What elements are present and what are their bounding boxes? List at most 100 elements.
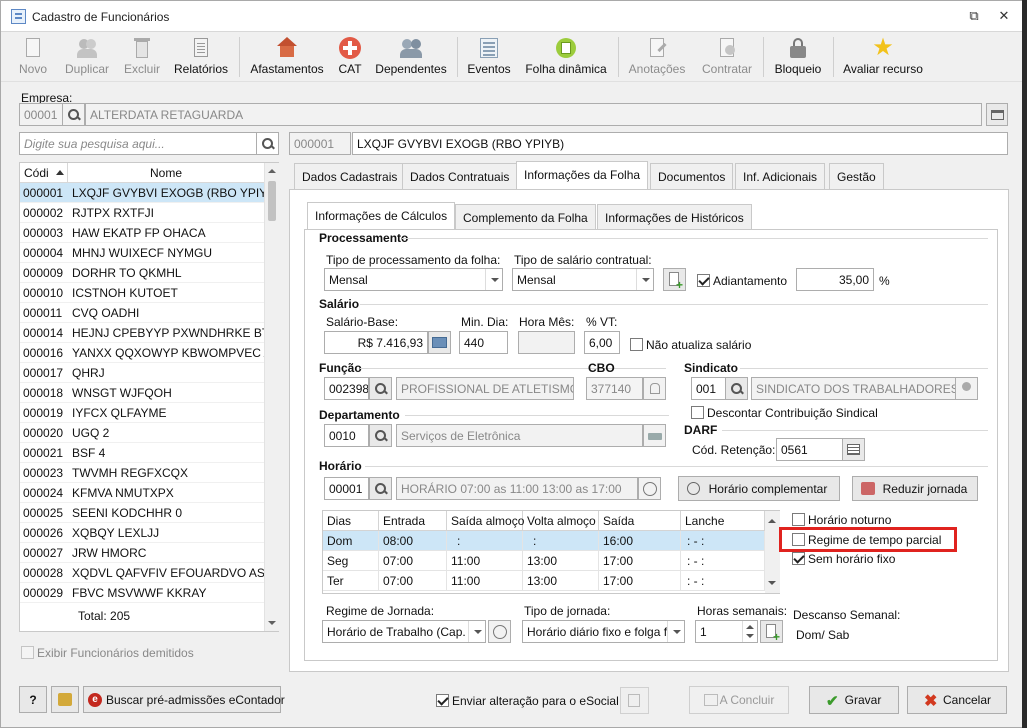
funcao-search-button[interactable] — [369, 377, 392, 400]
tab-dados-cadastrais[interactable]: Dados Cadastrais — [294, 163, 406, 189]
table-row[interactable]: Seg 07:00 11:00 13:00 17:00: - : — [323, 551, 765, 571]
esocial-copy-button[interactable] — [620, 687, 649, 714]
col-code-header[interactable]: Códi — [20, 163, 68, 183]
concluir-button[interactable]: A Concluir — [689, 686, 789, 714]
empresa-search-button[interactable] — [62, 103, 85, 126]
table-cell[interactable]: : - : — [681, 551, 765, 571]
dependentes-button[interactable]: Dependentes — [373, 32, 449, 80]
cat-button[interactable]: CAT — [335, 32, 365, 80]
vt-input[interactable]: 6,00 — [584, 331, 620, 354]
grid-col-header[interactable]: Entrada — [379, 511, 447, 531]
refresh-button[interactable] — [51, 686, 79, 713]
table-row[interactable]: Ter 07:00 11:00 13:00 17:00: - : — [323, 571, 765, 591]
cbo-lock-button[interactable] — [643, 377, 666, 400]
table-row[interactable]: Dom 08:00::16:00: - : — [323, 531, 765, 551]
sindicato-code-input[interactable]: 001 — [691, 377, 726, 400]
list-item[interactable]: 000003 HAW EKATP FP OHACA — [20, 223, 264, 243]
grid-col-header[interactable]: Saída — [599, 511, 681, 531]
avaliar-recurso-button[interactable]: ★ Avaliar recurso — [841, 32, 925, 80]
table-cell[interactable]: Dom — [323, 531, 379, 551]
horas-semanais-input[interactable]: 1 — [695, 620, 758, 643]
cbo-field[interactable]: 377140 — [586, 377, 643, 400]
departamento-detail-button[interactable] — [643, 424, 666, 447]
gravar-button[interactable]: ✔ Gravar — [809, 686, 899, 714]
table-cell[interactable]: 13:00 — [523, 571, 599, 591]
horario-complementar-button[interactable]: Horário complementar — [678, 476, 840, 501]
list-item[interactable]: 000010 ICSTNOH KUTOET — [20, 283, 264, 303]
employee-code-field[interactable]: 000001 — [289, 132, 351, 155]
funcao-code-input[interactable]: 002398 — [324, 377, 369, 400]
tab-documentos[interactable]: Documentos — [650, 163, 734, 189]
close-icon[interactable]: ✕ — [997, 9, 1011, 23]
table-cell[interactable]: 08:00 — [379, 531, 447, 551]
adiantamento-checkbox[interactable] — [697, 274, 710, 287]
help-button[interactable]: ? — [19, 686, 47, 713]
tab-dados-contratuais[interactable]: Dados Contratuais — [402, 163, 518, 189]
regime-clock-button[interactable] — [488, 620, 511, 643]
empresa-name-field[interactable]: ALTERDATA RETAGUARDA — [85, 103, 982, 126]
list-scrollbar[interactable] — [264, 163, 279, 631]
buscar-pre-admissoes-button[interactable]: e Buscar pré-admissões eContador — [83, 686, 285, 713]
list-item[interactable]: 000019 IYFCX QLFAYME — [20, 403, 264, 423]
table-cell[interactable]: 17:00 — [599, 551, 681, 571]
funcao-name-field[interactable]: PROFISSIONAL DE ATLETISMO — [396, 377, 574, 400]
table-cell[interactable]: : - : — [681, 571, 765, 591]
adiantamento-input[interactable]: 35,00 — [796, 268, 874, 291]
list-item[interactable]: 000009 DORHR TO QKMHL — [20, 263, 264, 283]
sindicato-detail-button[interactable] — [955, 377, 978, 400]
list-item[interactable]: 000020 UGQ 2 — [20, 423, 264, 443]
list-item[interactable]: 000002 RJTPX RXTFJI — [20, 203, 264, 223]
subtab-calculos[interactable]: Informações de Cálculos — [307, 202, 456, 230]
list-item[interactable]: 000024 KFMVA NMUTXPX — [20, 483, 264, 503]
list-item[interactable]: 000001 LXQJF GVYBVI EXOGB (RBO YPIYB) — [20, 183, 264, 203]
duplicar-button[interactable]: Duplicar — [61, 32, 113, 80]
contratar-button[interactable]: Contratar — [699, 32, 755, 80]
min-dia-input[interactable]: 440 — [459, 331, 508, 354]
enviar-esocial-checkbox[interactable] — [436, 694, 449, 707]
show-dismissed-checkbox[interactable] — [21, 646, 34, 659]
excluir-button[interactable]: Excluir — [121, 32, 163, 80]
sem-horario-fixo-checkbox[interactable] — [792, 552, 805, 565]
search-input[interactable]: Digite sua pesquisa aqui... — [19, 132, 257, 155]
tab-inf-adicionais[interactable]: Inf. Adicionais — [735, 163, 826, 189]
table-cell[interactable]: 11:00 — [447, 551, 523, 571]
table-cell[interactable]: 13:00 — [523, 551, 599, 571]
afastamentos-button[interactable]: Afastamentos — [248, 32, 326, 80]
subtab-complemento[interactable]: Complemento da Folha — [455, 204, 596, 230]
restore-icon[interactable]: ⧉ — [967, 9, 981, 23]
horario-noturno-checkbox[interactable] — [792, 513, 805, 526]
folha-dinamica-button[interactable]: Folha dinâmica — [522, 32, 610, 80]
table-cell[interactable]: : — [523, 531, 599, 551]
list-item[interactable]: 000025 SEENI KODCHHR 0 — [20, 503, 264, 523]
table-cell[interactable]: Seg — [323, 551, 379, 571]
empresa-table-button[interactable] — [986, 103, 1008, 126]
list-item[interactable]: 000021 BSF 4 — [20, 443, 264, 463]
table-cell[interactable]: Ter — [323, 571, 379, 591]
search-button[interactable] — [256, 132, 279, 155]
table-cell[interactable]: 11:00 — [447, 571, 523, 591]
darf-input[interactable]: 0561 — [776, 438, 843, 461]
reduzir-jornada-button[interactable]: Reduzir jornada — [852, 476, 978, 501]
list-item[interactable]: 000027 JRW HMORC — [20, 543, 264, 563]
scroll-up-icon[interactable] — [268, 169, 276, 173]
hora-mes-input[interactable] — [518, 331, 575, 354]
grid-col-header[interactable]: Volta almoço — [523, 511, 599, 531]
darf-table-button[interactable] — [842, 438, 865, 461]
list-item[interactable]: 000017 QHRJ — [20, 363, 264, 383]
horas-add-button[interactable]: + — [760, 620, 783, 643]
novo-button[interactable]: Novo — [15, 32, 51, 80]
grid-col-header[interactable]: Lanche — [681, 511, 765, 531]
relatorios-button[interactable]: Relatórios — [172, 32, 230, 80]
grid-col-header[interactable]: Saída almoço — [447, 511, 524, 531]
list-item[interactable]: 000026 XQBQY LEXLJJ — [20, 523, 264, 543]
table-cell[interactable]: 07:00 — [379, 551, 447, 571]
tab-informacoes-folha[interactable]: Informações da Folha — [516, 161, 649, 189]
anotacoes-button[interactable]: Anotações — [627, 32, 687, 80]
subtab-historicos[interactable]: Informações de Históricos — [597, 204, 752, 230]
departamento-name-field[interactable]: Serviços de Eletrônica — [396, 424, 643, 447]
descontar-checkbox[interactable] — [691, 406, 704, 419]
scroll-down-icon[interactable] — [768, 581, 776, 585]
list-item[interactable]: 000023 TWVMH REGFXCQX — [20, 463, 264, 483]
sindicato-search-button[interactable] — [725, 377, 748, 400]
list-item[interactable]: 000014 HEJNJ CPEBYYP PXWNDHRKE BTB J — [20, 323, 264, 343]
